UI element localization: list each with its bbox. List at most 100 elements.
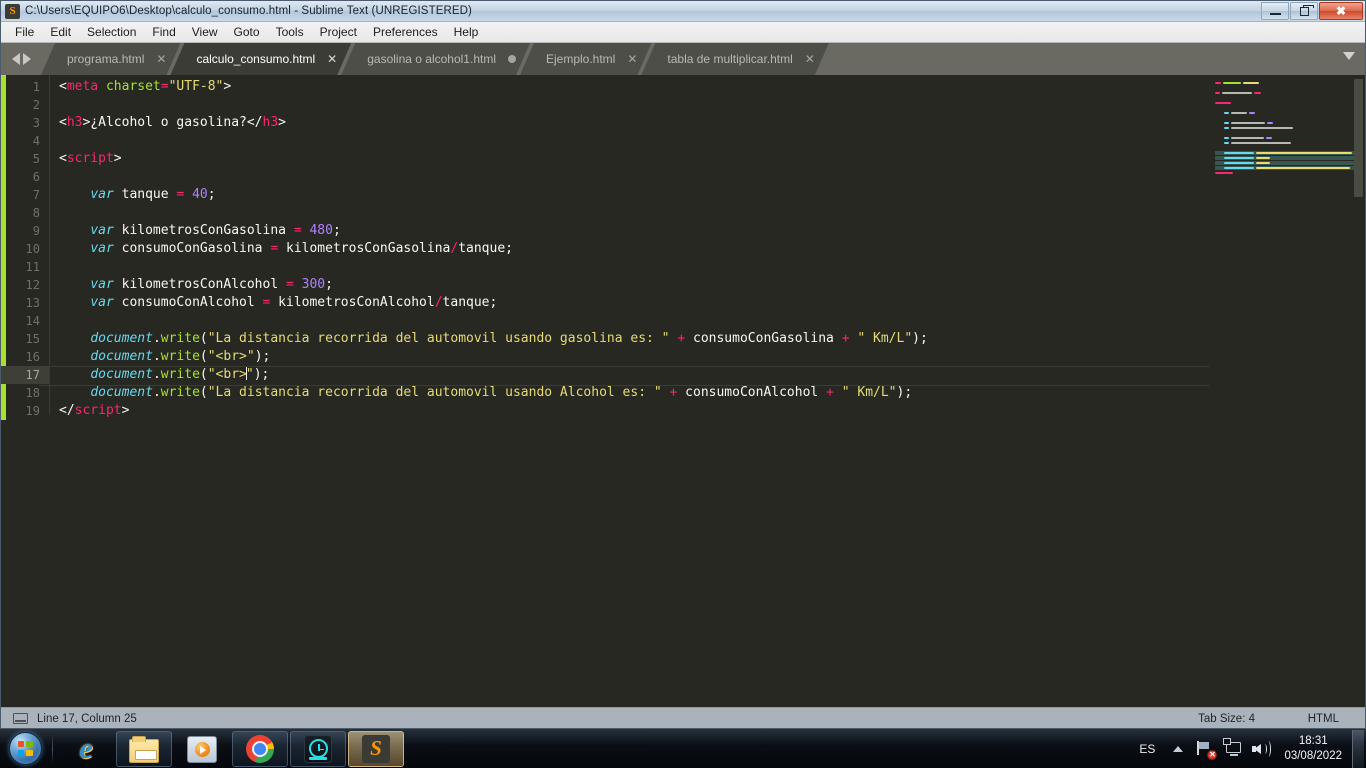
- taskbar-google-chrome[interactable]: [232, 730, 288, 767]
- line-number: 1: [32, 80, 40, 94]
- taskbar-media-player[interactable]: [174, 731, 230, 767]
- volume-icon[interactable]: [1251, 738, 1273, 760]
- screen: S C:\Users\EQUIPO6\Desktop\calculo_consu…: [0, 0, 1366, 768]
- cursor-position-label: Line 17, Column 25: [37, 712, 137, 725]
- maximize-icon: [1299, 4, 1314, 16]
- line-number: 13: [25, 296, 40, 310]
- code-line-17: document.write("<br>");: [59, 366, 1365, 384]
- line-number: 16: [25, 350, 40, 364]
- code-line-10: var consumoConGasolina = kilometrosConGa…: [90, 241, 513, 256]
- close-icon[interactable]: ✕: [805, 52, 815, 66]
- close-icon[interactable]: ✕: [627, 52, 637, 66]
- close-icon: ✖: [1335, 4, 1347, 18]
- taskbar-sublime-text[interactable]: S: [348, 730, 404, 767]
- menu-item-project[interactable]: Project: [312, 23, 365, 41]
- network-error-icon[interactable]: ✕: [1195, 738, 1218, 760]
- line-number: 18: [25, 386, 40, 400]
- line-number: 5: [32, 152, 40, 166]
- taskbar-clock-app[interactable]: [290, 730, 346, 767]
- line-number: 9: [32, 224, 40, 238]
- tab-size-label[interactable]: Tab Size: 4: [1198, 713, 1255, 725]
- start-button[interactable]: [2, 731, 48, 767]
- sublime-text-window: S C:\Users\EQUIPO6\Desktop\calculo_consu…: [0, 0, 1366, 729]
- clock-datetime[interactable]: 18:31 03/08/2022: [1276, 734, 1352, 764]
- code-editor[interactable]: 1 2 3 4 5 6 7 8 9 10 11 12 13 14 15 16 1…: [1, 75, 1365, 707]
- tab-label: calculo_consumo.html: [196, 52, 316, 66]
- line-number: 7: [32, 188, 40, 202]
- show-hidden-icons-chevron-up-icon[interactable]: [1173, 745, 1184, 752]
- code-line-7: var tanque = 40;: [90, 187, 216, 202]
- maximize-button[interactable]: [1290, 2, 1318, 20]
- tab-ejemplo-html[interactable]: Ejemplo.html ✕: [520, 43, 651, 75]
- window-title: C:\Users\EQUIPO6\Desktop\calculo_consumo…: [25, 5, 472, 17]
- menu-item-file[interactable]: File: [7, 23, 42, 41]
- menu-item-selection[interactable]: Selection: [79, 23, 144, 41]
- code-line-5: <script>: [59, 151, 122, 166]
- line-number: 6: [32, 170, 40, 184]
- tab-navigation-arrows[interactable]: [1, 43, 41, 75]
- line-number: 8: [32, 206, 40, 220]
- tab-label: gasolina o alcohol1.html: [367, 52, 496, 66]
- code-line-3: <h3>¿Alcohol o gasolina?</h3>: [59, 115, 286, 130]
- menu-item-view[interactable]: View: [184, 23, 226, 41]
- unsaved-dot-icon[interactable]: [508, 55, 516, 63]
- play-icon: [187, 736, 217, 763]
- close-icon[interactable]: ✕: [327, 52, 337, 66]
- chevron-down-icon[interactable]: [1343, 52, 1355, 60]
- windows-logo-icon: [8, 732, 42, 765]
- line-number: 2: [32, 98, 40, 112]
- show-desktop-button[interactable]: [1352, 729, 1364, 768]
- menu-item-edit[interactable]: Edit: [42, 23, 79, 41]
- close-button[interactable]: ✖: [1319, 2, 1363, 20]
- console-icon[interactable]: [13, 713, 28, 724]
- tab-label: tabla de multiplicar.html: [667, 52, 793, 66]
- code-line-9: var kilometrosConGasolina = 480;: [90, 223, 341, 238]
- window-controls: ✖: [1260, 2, 1363, 20]
- tab-label: Ejemplo.html: [545, 52, 616, 66]
- minimize-button[interactable]: [1261, 2, 1289, 20]
- line-number: 14: [25, 314, 40, 328]
- tab-label: programa.html: [67, 52, 145, 66]
- line-number: 10: [25, 242, 40, 256]
- close-icon[interactable]: ✕: [156, 52, 166, 66]
- menu-bar: File Edit Selection Find View Goto Tools…: [1, 22, 1365, 43]
- folder-icon: [129, 735, 159, 763]
- tab-gasolina-o-alcohol1-html[interactable]: gasolina o alcohol1.html: [341, 43, 530, 75]
- language-indicator[interactable]: ES: [1130, 742, 1164, 756]
- code-line-19: </script>: [59, 403, 130, 418]
- monitor-icon[interactable]: [1223, 737, 1245, 760]
- system-tray: ES ✕ 18:31 03/08/2022: [1130, 729, 1366, 768]
- tab-programa-html[interactable]: programa.html ✕: [41, 43, 180, 75]
- taskbar-windows-explorer[interactable]: [116, 730, 172, 767]
- code-minimap[interactable]: [1209, 75, 1365, 707]
- menu-item-goto[interactable]: Goto: [226, 23, 268, 41]
- windows-taskbar: e S ES ✕ 18:31 03/08/2022: [0, 728, 1366, 768]
- menu-item-preferences[interactable]: Preferences: [365, 23, 446, 41]
- code-content[interactable]: <meta charset="UTF-8"> <h3>¿Alcohol o ga…: [49, 75, 1365, 707]
- chevron-right-icon[interactable]: [22, 53, 31, 65]
- line-number: 3: [32, 116, 40, 130]
- line-number: 12: [25, 278, 40, 292]
- line-number-gutter: 1 2 3 4 5 6 7 8 9 10 11 12 13 14 15 16 1…: [1, 75, 49, 707]
- minimize-icon: [1269, 12, 1281, 15]
- syntax-label[interactable]: HTML: [1308, 713, 1339, 725]
- code-line-18: document.write("La distancia recorrida d…: [90, 385, 913, 400]
- tab-calculo-consumo-html[interactable]: calculo_consumo.html ✕: [170, 43, 351, 75]
- code-line-1: <meta charset="UTF-8">: [59, 79, 232, 94]
- chevron-left-icon[interactable]: [11, 53, 20, 65]
- line-number: 4: [32, 134, 40, 148]
- menu-item-help[interactable]: Help: [446, 23, 487, 41]
- menu-item-find[interactable]: Find: [144, 23, 183, 41]
- chrome-icon: [246, 734, 274, 763]
- line-number: 11: [25, 260, 40, 274]
- minimap-scrollbar[interactable]: [1354, 79, 1363, 197]
- tab-tabla-de-multiplicar-html[interactable]: tabla de multiplicar.html ✕: [641, 43, 828, 75]
- taskbar-internet-explorer[interactable]: e: [58, 731, 114, 767]
- menu-item-tools[interactable]: Tools: [268, 23, 312, 41]
- line-number: 19: [25, 404, 40, 418]
